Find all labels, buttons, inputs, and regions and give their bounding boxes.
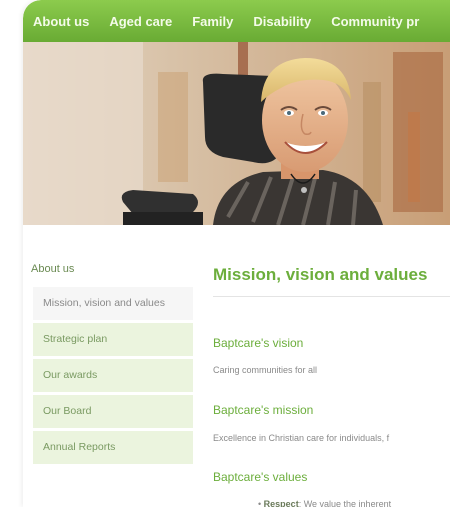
sidebar-item-annual-reports[interactable]: Annual Reports [33, 431, 193, 464]
sidebar-item-our-awards[interactable]: Our awards [33, 359, 193, 392]
nav-disability[interactable]: Disability [253, 14, 311, 29]
hero-photo-illustration [23, 42, 450, 225]
vision-text: Caring communities for all [213, 365, 318, 375]
nav-about-us[interactable]: About us [33, 14, 89, 29]
nav-aged-care[interactable]: Aged care [109, 14, 172, 29]
top-navigation: About us Aged care Family Disability Com… [23, 0, 450, 42]
sidebar-item-strategic-plan[interactable]: Strategic plan [33, 323, 193, 356]
nav-family[interactable]: Family [192, 14, 233, 29]
page-title: Mission, vision and values [213, 265, 428, 284]
nav-community[interactable]: Community pr [331, 14, 419, 29]
mission-text: Excellence in Christian care for individ… [213, 433, 390, 443]
sidebar-menu: Mission, vision and values Strategic pla… [33, 287, 193, 467]
sidebar-item-our-board[interactable]: Our Board [33, 395, 193, 428]
bullet-text: : We value the inherent [298, 499, 392, 507]
hero-image [23, 42, 450, 225]
sidebar-item-mission[interactable]: Mission, vision and values [33, 287, 193, 320]
sidebar-title: About us [31, 263, 75, 275]
title-divider [213, 296, 450, 297]
values-heading: Baptcare's values [213, 470, 308, 484]
values-bullet-respect: • Respect: We value the inherent [258, 499, 391, 507]
bullet-dot: • [258, 499, 262, 507]
page-frame: About us Aged care Family Disability Com… [23, 0, 450, 507]
mission-heading: Baptcare's mission [213, 403, 314, 417]
vision-heading: Baptcare's vision [213, 336, 304, 350]
bullet-bold: Respect [263, 499, 299, 507]
